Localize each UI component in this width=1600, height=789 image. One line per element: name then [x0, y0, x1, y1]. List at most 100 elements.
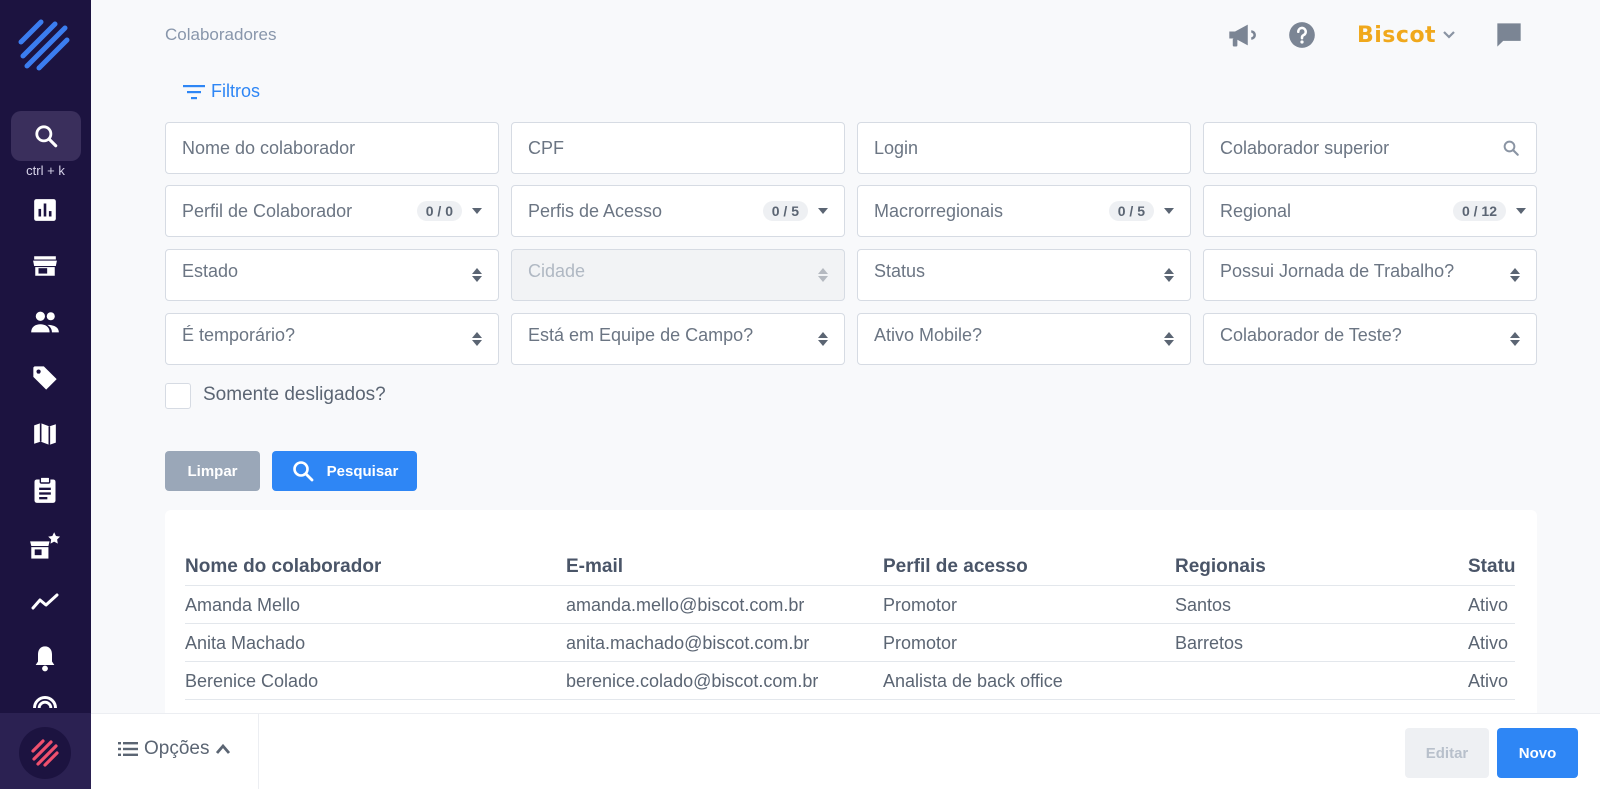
- caret-down-icon: [472, 208, 482, 214]
- sidebar-item-dashboard[interactable]: [23, 190, 67, 230]
- users-icon: [31, 311, 59, 333]
- search-button[interactable]: Pesquisar: [272, 451, 417, 491]
- column-header-email[interactable]: E-mail: [566, 548, 623, 586]
- field-team-select[interactable]: Está em Equipe de Campo?: [511, 313, 845, 365]
- sort-updown-icon: [1510, 332, 1520, 346]
- collaborator-profile-multiselect[interactable]: Perfil de Colaborador 0 / 0: [165, 185, 499, 237]
- temporary-select[interactable]: É temporário?: [165, 313, 499, 365]
- terminated-only-checkbox[interactable]: [165, 383, 191, 409]
- sidebar-item-analytics[interactable]: [23, 582, 67, 622]
- search-shortcut-hint: ctrl + k: [26, 163, 65, 178]
- company-selector[interactable]: Biscot: [1357, 18, 1456, 52]
- sort-updown-icon: [1510, 268, 1520, 282]
- sidebar-item-stores[interactable]: [23, 246, 67, 286]
- supervisor-placeholder: Colaborador superior: [1220, 137, 1390, 158]
- caret-down-icon: [818, 208, 828, 214]
- options-menu-toggle[interactable]: Opções: [118, 738, 231, 760]
- field-team-label: Está em Equipe de Campo?: [528, 325, 754, 345]
- app-logo-icon[interactable]: [17, 18, 73, 74]
- filter-lines-icon: [183, 84, 205, 99]
- supervisor-search-input[interactable]: Colaborador superior: [1203, 122, 1537, 174]
- cell-name: Amanda Mello: [185, 595, 301, 615]
- help-button[interactable]: [1285, 18, 1319, 52]
- column-header-regions[interactable]: Regionais: [1175, 548, 1266, 586]
- results-card: Nome do colaborador E-mail Perfil de ace…: [165, 510, 1537, 720]
- collaborator-name-placeholder: Nome do colaborador: [182, 137, 356, 158]
- announcements-button[interactable]: [1225, 18, 1259, 52]
- collaborator-name-input[interactable]: Nome do colaborador: [165, 122, 499, 174]
- broadcast-icon: [33, 696, 57, 709]
- access-profiles-label: Perfis de Acesso: [528, 200, 663, 221]
- help-circle-icon: [1289, 22, 1315, 48]
- login-placeholder: Login: [874, 137, 919, 158]
- results-table: Nome do colaborador E-mail Perfil de ace…: [185, 548, 1515, 700]
- caret-down-icon: [1164, 208, 1174, 214]
- cell-access-profile: Promotor: [883, 595, 958, 615]
- caret-down-icon: [1516, 208, 1526, 214]
- edit-button-label: Editar: [1425, 744, 1469, 762]
- sidebar-item-tags[interactable]: [23, 358, 67, 398]
- sidebar-item-notifications[interactable]: [23, 638, 67, 678]
- status-select[interactable]: Status: [857, 249, 1191, 301]
- status-label: Status: [874, 261, 926, 281]
- sort-updown-icon: [1164, 268, 1174, 282]
- clear-button[interactable]: Limpar: [165, 451, 260, 491]
- company-brand: Biscot: [1357, 22, 1437, 48]
- access-profiles-multiselect[interactable]: Perfis de Acesso 0 / 5: [511, 185, 845, 237]
- regional-multiselect[interactable]: Regional 0 / 12: [1203, 185, 1537, 237]
- selection-count-badge: 0 / 5: [1108, 201, 1154, 221]
- sidebar-item-broadcast[interactable]: [23, 694, 67, 714]
- table-row[interactable]: Berenice Colado berenice.colado@biscot.c…: [185, 662, 1515, 700]
- sidebar-item-users[interactable]: [23, 302, 67, 342]
- store-icon: [33, 256, 57, 276]
- new-button[interactable]: Novo: [1497, 728, 1578, 778]
- sidebar-item-featured-stores[interactable]: [23, 526, 67, 566]
- cell-access-profile: Promotor: [883, 633, 958, 653]
- table-row[interactable]: Anita Machado anita.machado@biscot.com.b…: [185, 624, 1515, 662]
- table-row[interactable]: Amanda Mello amanda.mello@biscot.com.br …: [185, 586, 1515, 624]
- mobile-active-select[interactable]: Ativo Mobile?: [857, 313, 1191, 365]
- state-select[interactable]: Estado: [165, 249, 499, 301]
- login-input[interactable]: Login: [857, 122, 1191, 174]
- messages-button[interactable]: [1493, 18, 1525, 52]
- bell-icon: [35, 646, 55, 672]
- divider: [258, 713, 259, 789]
- options-label: Opções: [144, 738, 210, 759]
- macroregions-multiselect[interactable]: Macrorregionais 0 / 5: [857, 185, 1191, 237]
- sidebar-item-map[interactable]: [23, 414, 67, 454]
- user-avatar[interactable]: [19, 727, 71, 779]
- clear-button-label: Limpar: [187, 462, 238, 480]
- column-header-status[interactable]: Status: [1468, 548, 1515, 586]
- column-header-name[interactable]: Nome do colaborador: [185, 548, 381, 586]
- list-icon: [118, 742, 138, 756]
- cell-name: Anita Machado: [185, 633, 306, 653]
- search-icon: [292, 461, 314, 482]
- global-search-button[interactable]: [11, 111, 81, 161]
- cell-status: Ativo: [1468, 671, 1509, 691]
- column-header-access-profile[interactable]: Perfil de acesso: [883, 548, 1028, 586]
- selection-count-badge: 0 / 5: [762, 201, 808, 221]
- macroregions-label: Macrorregionais: [874, 200, 1004, 221]
- sort-updown-icon: [1164, 332, 1174, 346]
- megaphone-icon: [1229, 24, 1256, 47]
- filters-toggle[interactable]: Filtros: [183, 81, 260, 102]
- sidebar: ctrl + k: [0, 0, 91, 789]
- temporary-label: É temporário?: [182, 325, 296, 345]
- test-collaborator-select[interactable]: Colaborador de Teste?: [1203, 313, 1537, 365]
- cpf-placeholder: CPF: [528, 137, 564, 158]
- cell-status: Ativo: [1468, 633, 1509, 653]
- map-icon: [34, 423, 56, 445]
- chevron-down-icon: [1443, 31, 1455, 39]
- sort-updown-icon: [818, 268, 828, 282]
- tag-icon: [33, 366, 57, 390]
- work-schedule-select[interactable]: Possui Jornada de Trabalho?: [1203, 249, 1537, 301]
- test-collaborator-label: Colaborador de Teste?: [1220, 325, 1402, 345]
- cell-email: amanda.mello@biscot.com.br: [566, 595, 805, 615]
- cell-regions: Santos: [1175, 595, 1232, 615]
- sidebar-item-tasks[interactable]: [23, 470, 67, 510]
- chevron-up-icon: [216, 743, 231, 754]
- cpf-input[interactable]: CPF: [511, 122, 845, 174]
- page-title: Colaboradores: [165, 25, 277, 44]
- edit-button[interactable]: Editar: [1405, 728, 1489, 778]
- sort-updown-icon: [472, 268, 482, 282]
